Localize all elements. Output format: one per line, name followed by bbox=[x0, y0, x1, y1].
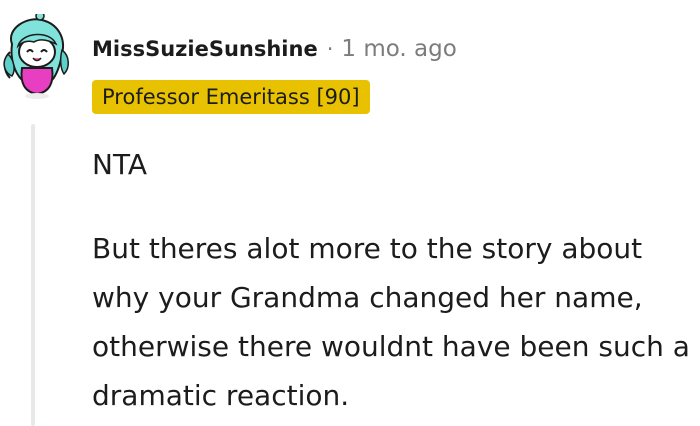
snoo-avatar-icon[interactable] bbox=[0, 11, 74, 100]
user-flair: Professor Emeritass [90] bbox=[92, 80, 370, 114]
comment-paragraph: But theres alot more to the story about … bbox=[92, 232, 690, 412]
timestamp-link[interactable]: 1 mo. ago bbox=[341, 36, 456, 62]
separator-dot: · bbox=[326, 37, 334, 61]
comment-meta: MissSuzieSunshine · 1 mo. ago bbox=[92, 30, 457, 68]
thread-line[interactable] bbox=[31, 124, 35, 426]
username-link[interactable]: MissSuzieSunshine bbox=[92, 37, 318, 61]
comment: MissSuzieSunshine · 1 mo. ago Professor … bbox=[0, 0, 700, 426]
comment-paragraph-verdict: NTA bbox=[92, 148, 148, 181]
comment-body: NTA But theres alot more to the story ab… bbox=[92, 140, 692, 420]
